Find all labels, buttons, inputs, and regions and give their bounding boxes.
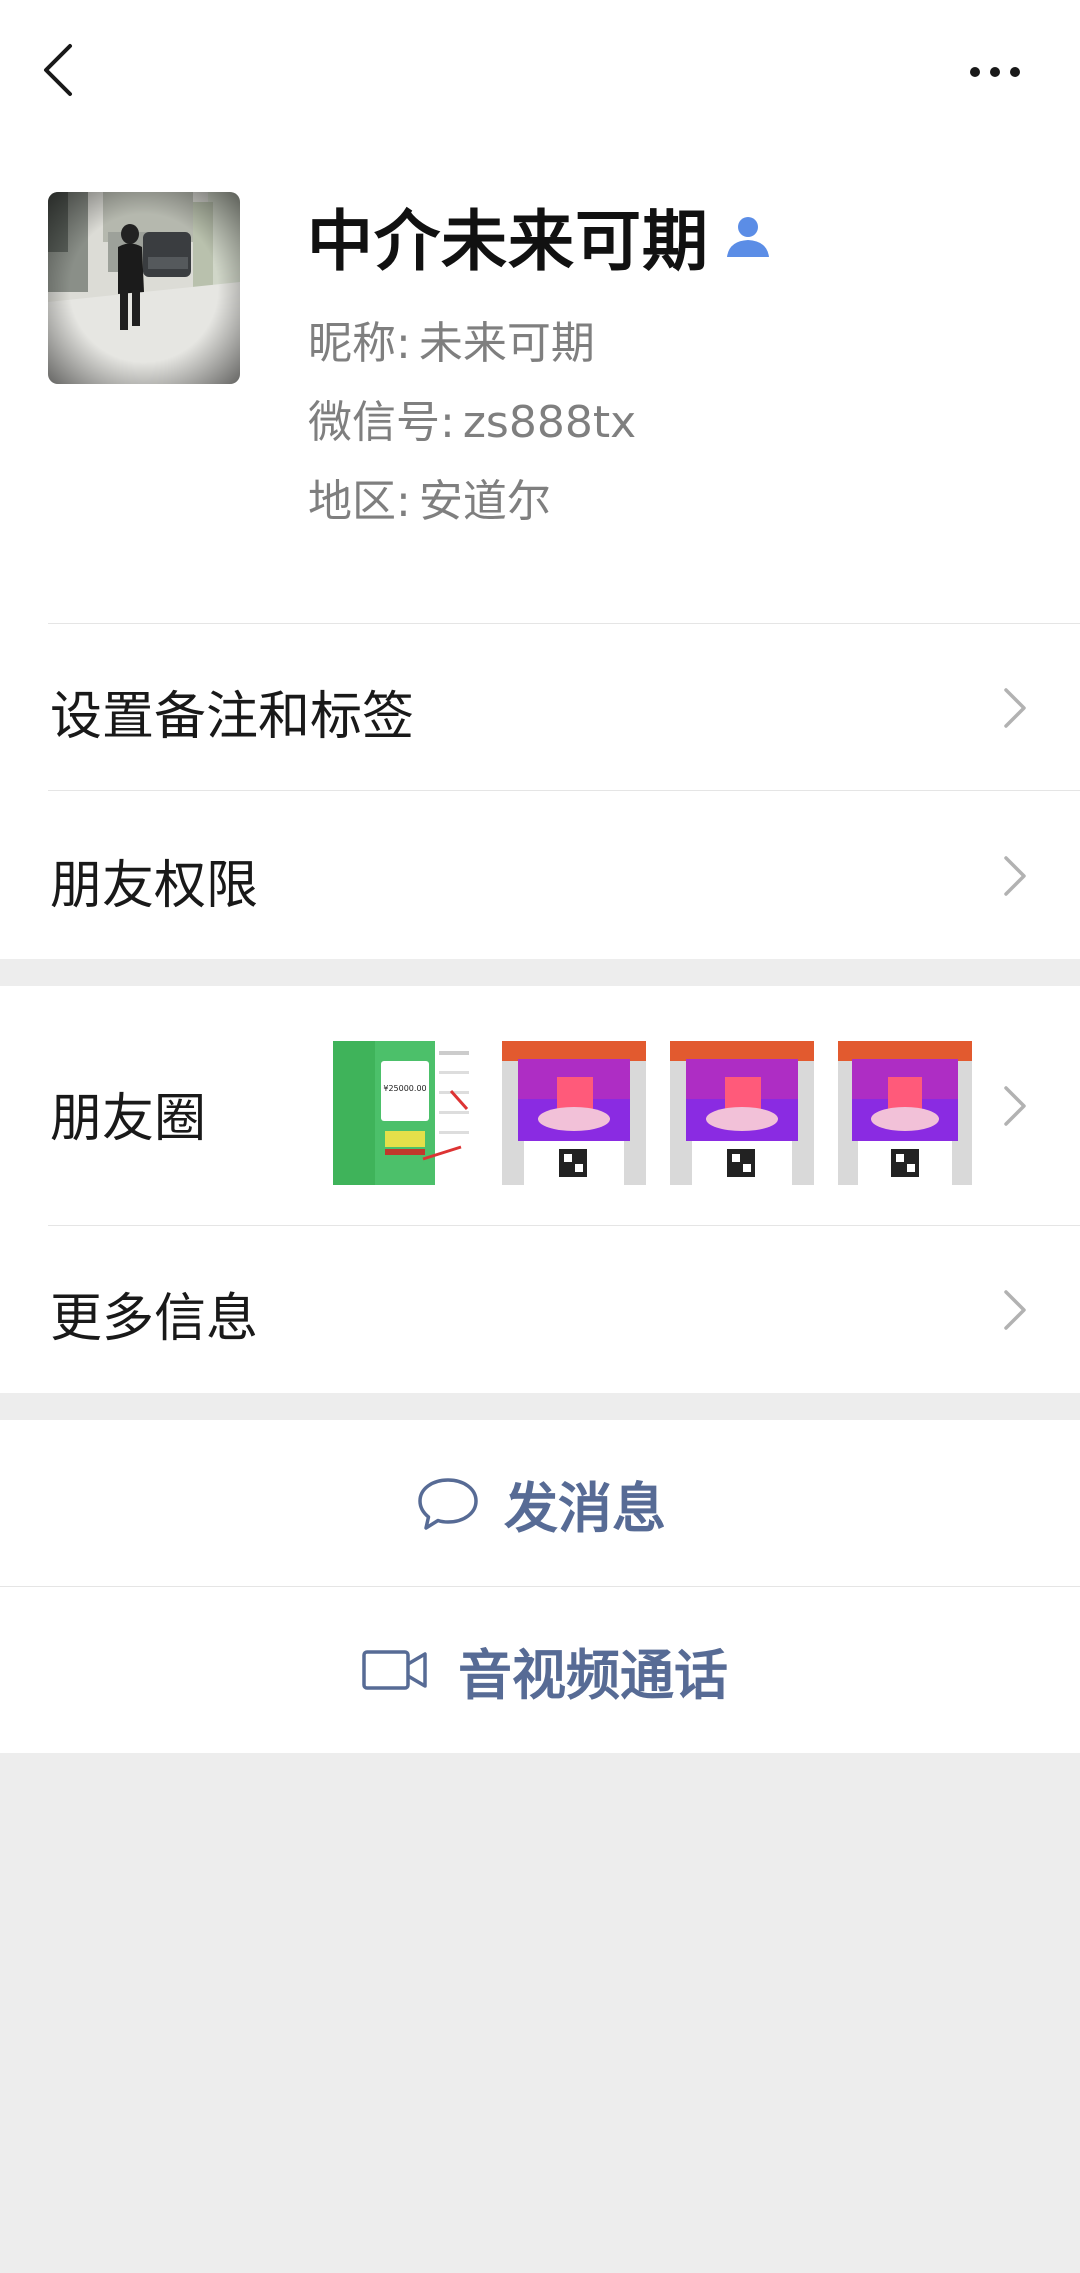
chat-bubble-icon xyxy=(416,1474,480,1534)
chevron-right-icon xyxy=(1002,1288,1028,1332)
remarks-tags-label: 设置备注和标签 xyxy=(50,687,415,747)
region-row: 地区: 安道尔 xyxy=(308,465,551,529)
wechat-id-row: 微信号: zs888tx xyxy=(308,386,636,450)
nickname-value: 未来可期 xyxy=(418,318,595,369)
name-row: 中介未来可期 xyxy=(307,198,771,280)
more-info-label: 更多信息 xyxy=(50,1289,259,1349)
moments-thumbnail: ¥25000.00 xyxy=(333,1041,477,1185)
send-message-label: 发消息 xyxy=(504,1477,666,1540)
video-camera-icon xyxy=(362,1648,428,1692)
region-label: 地区: xyxy=(308,476,411,527)
region-value: 安道尔 xyxy=(418,476,551,527)
chevron-right-icon xyxy=(1002,686,1028,730)
moments-thumbnail xyxy=(838,1041,972,1185)
nickname-row: 昵称: 未来可期 xyxy=(308,307,595,371)
top-bar xyxy=(0,0,1080,140)
nickname-label: 昵称: xyxy=(308,318,411,369)
moments-label: 朋友圈 xyxy=(50,1089,207,1149)
moments-thumbnail xyxy=(502,1041,646,1185)
video-call-button[interactable]: 音视频通话 xyxy=(0,1587,1080,1753)
profile-header: 中介未来可期 昵称: 未来可期 微信号: zs888tx 地区: 安道尔 xyxy=(0,140,1080,624)
contact-person-icon xyxy=(725,213,771,259)
back-arrow-icon[interactable] xyxy=(34,40,94,100)
send-message-button[interactable]: 发消息 xyxy=(0,1420,1080,1587)
wechat-id-label: 微信号: xyxy=(308,397,455,448)
wechat-id-value: zs888tx xyxy=(462,397,637,448)
moments-thumbnail xyxy=(670,1041,814,1185)
display-name: 中介未来可期 xyxy=(307,203,709,280)
remarks-tags-item[interactable]: 设置备注和标签 xyxy=(0,624,1080,791)
thumbnail-caption: ¥25000.00 xyxy=(383,1084,426,1093)
moments-item[interactable]: 朋友圈 ¥25000.00 xyxy=(0,986,1080,1226)
more-options-icon[interactable] xyxy=(960,45,1030,95)
avatar[interactable] xyxy=(48,192,240,384)
friend-permissions-label: 朋友权限 xyxy=(50,856,259,916)
more-info-item[interactable]: 更多信息 xyxy=(0,1226,1080,1393)
friend-permissions-item[interactable]: 朋友权限 xyxy=(0,791,1080,959)
chevron-right-icon xyxy=(1002,1084,1028,1128)
video-call-label: 音视频通话 xyxy=(458,1643,728,1707)
chevron-right-icon xyxy=(1002,854,1028,898)
